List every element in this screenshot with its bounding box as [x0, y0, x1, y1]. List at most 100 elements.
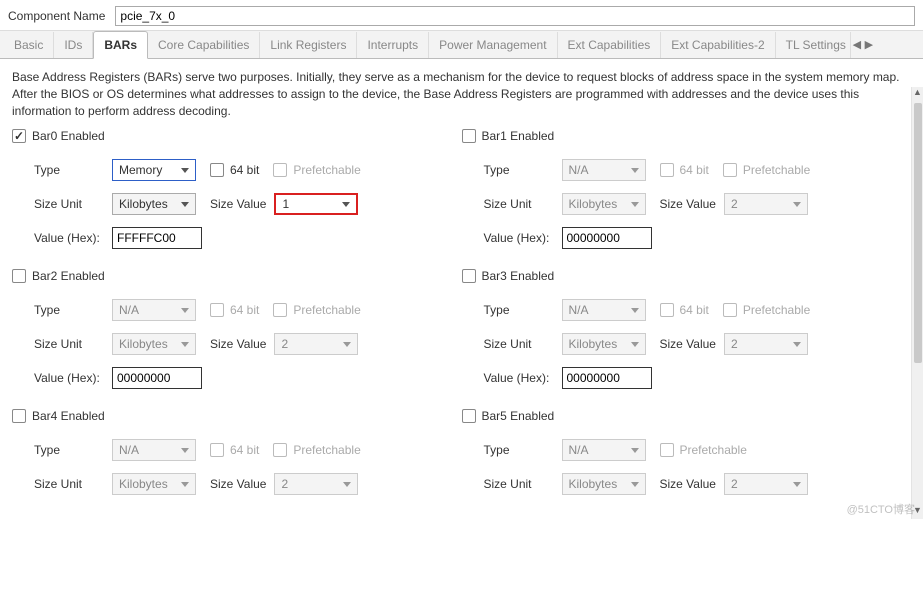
- tab-ext-capabilities-2[interactable]: Ext Capabilities-2: [661, 32, 775, 58]
- bar0-64bit-checkbox[interactable]: [210, 163, 224, 177]
- sizeunit-label: Size Unit: [34, 477, 112, 491]
- bar5-sizeunit-select[interactable]: Kilobytes: [562, 473, 646, 495]
- tab-basic[interactable]: Basic: [4, 32, 54, 58]
- tab-link-registers[interactable]: Link Registers: [260, 32, 357, 58]
- bar1-prefetch-checkbox: [723, 163, 737, 177]
- bar1-type-row: Type N/A 64 bit Prefetchable: [462, 159, 892, 181]
- bar4-type-select[interactable]: N/A: [112, 439, 196, 461]
- bar1-enable-checkbox[interactable]: [462, 129, 476, 143]
- vertical-scrollbar[interactable]: ▲ ▼: [911, 87, 923, 519]
- bar3-prefetch-wrap: Prefetchable: [723, 303, 810, 317]
- bar5-type-row: Type N/A Prefetchable: [462, 439, 892, 461]
- sizevalue-label: Size Value: [660, 337, 716, 351]
- bar3-type-select[interactable]: N/A: [562, 299, 646, 321]
- bar2-prefetch-wrap: Prefetchable: [273, 303, 360, 317]
- type-label: Type: [34, 443, 112, 457]
- bars-grid: Bar0 Enabled Type Memory 64 bit Prefetch…: [12, 129, 911, 515]
- prefetch-label: Prefetchable: [293, 443, 360, 457]
- bar4-enable-row: Bar4 Enabled: [12, 409, 442, 423]
- bar0-hex-row: Value (Hex):: [12, 227, 442, 249]
- tab-scroll-left[interactable]: ◀: [851, 38, 863, 51]
- bar2-hex-input[interactable]: [112, 367, 202, 389]
- bar1-hex-input[interactable]: [562, 227, 652, 249]
- bar2-sizeunit-select[interactable]: Kilobytes: [112, 333, 196, 355]
- bar1-enable-row: Bar1 Enabled: [462, 129, 892, 143]
- bar1-sizeunit-select[interactable]: Kilobytes: [562, 193, 646, 215]
- chevron-down-icon: [342, 202, 350, 207]
- bar2-block: Bar2 Enabled Type N/A 64 bit Prefetchabl…: [12, 269, 462, 401]
- sizevalue-label: Size Value: [660, 477, 716, 491]
- valuehex-label: Value (Hex):: [34, 231, 112, 245]
- bar2-64bit-checkbox: [210, 303, 224, 317]
- prefetch-label: Prefetchable: [743, 303, 810, 317]
- bar2-type-select[interactable]: N/A: [112, 299, 196, 321]
- bar4-64bit-wrap: 64 bit: [210, 443, 259, 457]
- sixtyfour-label: 64 bit: [230, 163, 259, 177]
- chevron-down-icon: [181, 342, 189, 347]
- prefetch-label: Prefetchable: [293, 303, 360, 317]
- type-label: Type: [484, 163, 562, 177]
- component-name-input[interactable]: [115, 6, 915, 26]
- valuehex-label: Value (Hex):: [34, 371, 112, 385]
- bar1-title: Bar1 Enabled: [482, 129, 555, 143]
- tab-ext-capabilities[interactable]: Ext Capabilities: [558, 32, 662, 58]
- sizeunit-label: Size Unit: [484, 197, 562, 211]
- bar4-sizeunit-select[interactable]: Kilobytes: [112, 473, 196, 495]
- scrollbar-thumb[interactable]: [914, 103, 922, 363]
- prefetch-label: Prefetchable: [680, 443, 747, 457]
- chevron-down-icon: [181, 202, 189, 207]
- bar0-sizevalue-select[interactable]: 1: [274, 193, 358, 215]
- bar2-size-row: Size Unit Kilobytes Size Value 2: [12, 333, 442, 355]
- sixtyfour-label: 64 bit: [230, 443, 259, 457]
- tab-power-management[interactable]: Power Management: [429, 32, 557, 58]
- bar3-title: Bar3 Enabled: [482, 269, 555, 283]
- tab-ids[interactable]: IDs: [54, 32, 93, 58]
- bar5-enable-checkbox[interactable]: [462, 409, 476, 423]
- bar1-type-select[interactable]: N/A: [562, 159, 646, 181]
- bar5-sizevalue-select[interactable]: 2: [724, 473, 808, 495]
- bar1-sizevalue-select[interactable]: 2: [724, 193, 808, 215]
- bar3-type-row: Type N/A 64 bit Prefetchable: [462, 299, 892, 321]
- bar0-enable-checkbox[interactable]: [12, 129, 26, 143]
- chevron-down-icon: [181, 448, 189, 453]
- bar0-64bit-wrap: 64 bit: [210, 163, 259, 177]
- scroll-up-arrow[interactable]: ▲: [912, 87, 923, 101]
- tab-core-capabilities[interactable]: Core Capabilities: [148, 32, 260, 58]
- bar3-64bit-checkbox: [660, 303, 674, 317]
- sizeunit-label: Size Unit: [34, 197, 112, 211]
- bar2-enable-checkbox[interactable]: [12, 269, 26, 283]
- bar3-sizeunit-select[interactable]: Kilobytes: [562, 333, 646, 355]
- type-label: Type: [484, 443, 562, 457]
- tab-tl-settings[interactable]: TL Settings: [776, 32, 851, 58]
- bar2-title: Bar2 Enabled: [32, 269, 105, 283]
- sixtyfour-label: 64 bit: [680, 303, 709, 317]
- tab-interrupts[interactable]: Interrupts: [357, 32, 429, 58]
- tab-bars[interactable]: BARs: [93, 31, 148, 59]
- bar4-enable-checkbox[interactable]: [12, 409, 26, 423]
- bar3-prefetch-checkbox: [723, 303, 737, 317]
- bar0-type-row: Type Memory 64 bit Prefetchable: [12, 159, 442, 181]
- prefetch-label: Prefetchable: [743, 163, 810, 177]
- bar3-enable-row: Bar3 Enabled: [462, 269, 892, 283]
- bar2-enable-row: Bar2 Enabled: [12, 269, 442, 283]
- bar4-title: Bar4 Enabled: [32, 409, 105, 423]
- bar4-sizevalue-select[interactable]: 2: [274, 473, 358, 495]
- bar3-sizevalue-select[interactable]: 2: [724, 333, 808, 355]
- chevron-down-icon: [631, 202, 639, 207]
- bar3-hex-row: Value (Hex):: [462, 367, 892, 389]
- sizevalue-label: Size Value: [660, 197, 716, 211]
- tab-scroll-right[interactable]: ▶: [863, 38, 875, 51]
- sizevalue-label: Size Value: [210, 197, 266, 211]
- bar2-prefetch-checkbox: [273, 303, 287, 317]
- bar1-hex-row: Value (Hex):: [462, 227, 892, 249]
- chevron-down-icon: [631, 448, 639, 453]
- bar0-hex-input[interactable]: [112, 227, 202, 249]
- bar3-enable-checkbox[interactable]: [462, 269, 476, 283]
- bar2-sizevalue-select[interactable]: 2: [274, 333, 358, 355]
- bar0-type-select[interactable]: Memory: [112, 159, 196, 181]
- prefetch-label: Prefetchable: [293, 163, 360, 177]
- bar3-64bit-wrap: 64 bit: [660, 303, 709, 317]
- bar5-type-select[interactable]: N/A: [562, 439, 646, 461]
- bar0-sizeunit-select[interactable]: Kilobytes: [112, 193, 196, 215]
- bar3-hex-input[interactable]: [562, 367, 652, 389]
